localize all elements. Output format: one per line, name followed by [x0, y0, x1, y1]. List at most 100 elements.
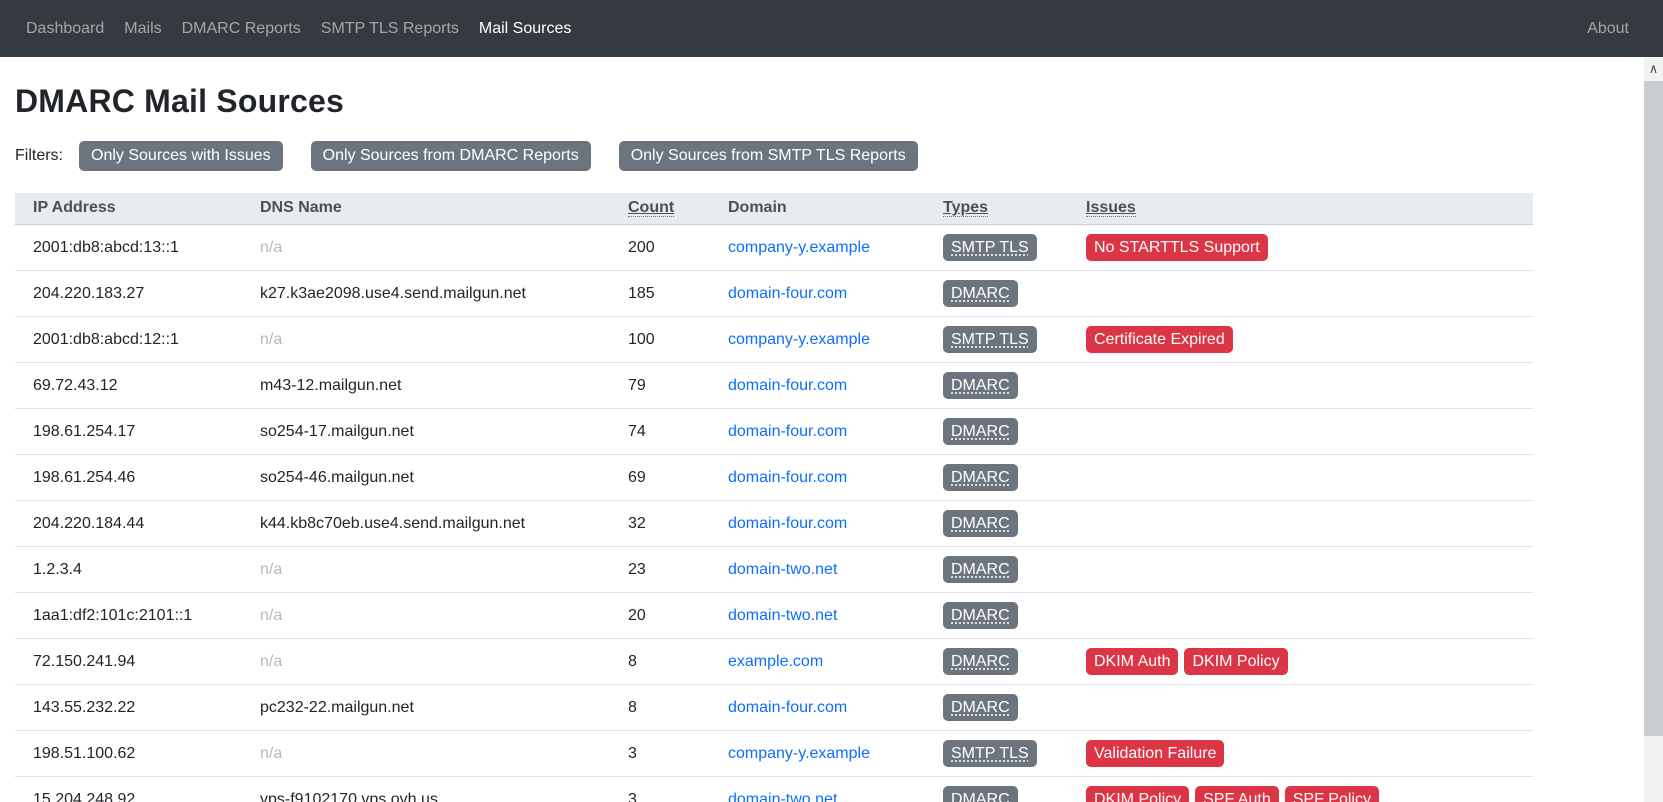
domain-link[interactable]: domain-four.com	[728, 699, 847, 716]
table-row: 204.220.184.44k44.kb8c70eb.use4.send.mai…	[15, 501, 1533, 547]
domain-cell: company-y.example	[710, 731, 925, 777]
column-header-ip-address: IP Address	[15, 193, 242, 225]
nav-item-about[interactable]: About	[1577, 12, 1639, 46]
type-badge-dmarc: DMARC	[943, 694, 1018, 721]
ip-address-cell: 69.72.43.12	[15, 363, 242, 409]
domain-cell: domain-four.com	[710, 501, 925, 547]
nav-item-mails[interactable]: Mails	[114, 12, 171, 46]
issues-cell	[1068, 363, 1533, 409]
count-cell: 32	[610, 501, 710, 547]
filter-button-only-sources-from-smtp-tls-reports[interactable]: Only Sources from SMTP TLS Reports	[619, 141, 918, 171]
navbar-items: DashboardMailsDMARC ReportsSMTP TLS Repo…	[16, 12, 581, 46]
dns-name-cell: m43-12.mailgun.net	[242, 363, 610, 409]
domain-link[interactable]: domain-four.com	[728, 285, 847, 302]
count-cell: 100	[610, 317, 710, 363]
scrollbar-thumb[interactable]	[1644, 81, 1663, 736]
dns-name-cell: k44.kb8c70eb.use4.send.mailgun.net	[242, 501, 610, 547]
table-row: 204.220.183.27k27.k3ae2098.use4.send.mai…	[15, 271, 1533, 317]
types-cell: DMARC	[925, 501, 1068, 547]
type-badge-label: DMARC	[951, 515, 1010, 532]
ip-address-cell: 204.220.184.44	[15, 501, 242, 547]
count-cell: 23	[610, 547, 710, 593]
nav-item-dashboard[interactable]: Dashboard	[16, 12, 114, 46]
dns-name-cell: n/a	[242, 225, 610, 271]
table-row: 69.72.43.12m43-12.mailgun.net79domain-fo…	[15, 363, 1533, 409]
type-badge-smtp-tls: SMTP TLS	[943, 326, 1037, 353]
domain-link[interactable]: company-y.example	[728, 745, 870, 762]
vertical-scrollbar[interactable]: ∧	[1644, 57, 1663, 802]
types-cell: DMARC	[925, 363, 1068, 409]
domain-link[interactable]: domain-four.com	[728, 515, 847, 532]
issues-cell	[1068, 593, 1533, 639]
dns-name-cell: so254-17.mailgun.net	[242, 409, 610, 455]
count-cell: 3	[610, 731, 710, 777]
domain-link[interactable]: domain-two.net	[728, 561, 837, 578]
issues-cell	[1068, 455, 1533, 501]
dns-name-cell: vps-f9102170.vps.ovh.us	[242, 777, 610, 802]
column-header-issues: Issues	[1068, 193, 1533, 225]
domain-cell: domain-four.com	[710, 409, 925, 455]
issues-cell	[1068, 685, 1533, 731]
nav-item-smtp-tls-reports[interactable]: SMTP TLS Reports	[311, 12, 469, 46]
type-badge-label: DMARC	[951, 791, 1010, 802]
sort-link-issues[interactable]: Issues	[1086, 199, 1136, 217]
nav-item-mail-sources[interactable]: Mail Sources	[469, 12, 581, 46]
ip-address-cell: 1aa1:df2:101c:2101::1	[15, 593, 242, 639]
filters-bar: Filters: Only Sources with IssuesOnly So…	[15, 141, 1648, 171]
domain-link[interactable]: domain-two.net	[728, 607, 837, 624]
count-cell: 8	[610, 685, 710, 731]
filter-button-only-sources-with-issues[interactable]: Only Sources with Issues	[79, 141, 283, 171]
domain-link[interactable]: company-y.example	[728, 239, 870, 256]
issues-cell	[1068, 501, 1533, 547]
dns-name-cell: n/a	[242, 593, 610, 639]
ip-address-cell: 143.55.232.22	[15, 685, 242, 731]
types-cell: DMARC	[925, 593, 1068, 639]
domain-cell: domain-two.net	[710, 593, 925, 639]
type-badge-label: DMARC	[951, 285, 1010, 302]
table-row: 72.150.241.94n/a8example.comDMARCDKIM Au…	[15, 639, 1533, 685]
dns-name-cell: so254-46.mailgun.net	[242, 455, 610, 501]
issues-cell	[1068, 271, 1533, 317]
issues-cell	[1068, 547, 1533, 593]
types-cell: DMARC	[925, 639, 1068, 685]
sort-link-types[interactable]: Types	[943, 199, 988, 217]
domain-cell: example.com	[710, 639, 925, 685]
domain-cell: domain-two.net	[710, 777, 925, 802]
column-header-types: Types	[925, 193, 1068, 225]
domain-link[interactable]: example.com	[728, 653, 823, 670]
issues-cell	[1068, 409, 1533, 455]
domain-link[interactable]: company-y.example	[728, 331, 870, 348]
domain-link[interactable]: domain-four.com	[728, 377, 847, 394]
types-cell: SMTP TLS	[925, 317, 1068, 363]
type-badge-dmarc: DMARC	[943, 280, 1018, 307]
sort-link-count[interactable]: Count	[628, 199, 674, 217]
count-cell: 200	[610, 225, 710, 271]
scroll-up-button[interactable]: ∧	[1644, 57, 1663, 80]
issue-badge-dkim-policy: DKIM Policy	[1184, 648, 1287, 675]
dns-name-cell: pc232-22.mailgun.net	[242, 685, 610, 731]
count-cell: 3	[610, 777, 710, 802]
issue-badge-certificate-expired: Certificate Expired	[1086, 326, 1233, 353]
types-cell: DMARC	[925, 547, 1068, 593]
types-cell: DMARC	[925, 409, 1068, 455]
mail-sources-table: IP AddressDNS NameCountDomainTypesIssues…	[15, 193, 1533, 802]
type-badge-dmarc: DMARC	[943, 418, 1018, 445]
table-header: IP AddressDNS NameCountDomainTypesIssues	[15, 193, 1533, 225]
filter-button-only-sources-from-dmarc-reports[interactable]: Only Sources from DMARC Reports	[311, 141, 591, 171]
type-badge-dmarc: DMARC	[943, 556, 1018, 583]
table-row: 198.51.100.62n/a3company-y.exampleSMTP T…	[15, 731, 1533, 777]
domain-cell: company-y.example	[710, 317, 925, 363]
domain-link[interactable]: domain-four.com	[728, 423, 847, 440]
type-badge-label: DMARC	[951, 699, 1010, 716]
domain-cell: domain-two.net	[710, 547, 925, 593]
domain-link[interactable]: domain-four.com	[728, 469, 847, 486]
nav-item-dmarc-reports[interactable]: DMARC Reports	[172, 12, 311, 46]
dns-name-cell: k27.k3ae2098.use4.send.mailgun.net	[242, 271, 610, 317]
ip-address-cell: 1.2.3.4	[15, 547, 242, 593]
issues-cell: Certificate Expired	[1068, 317, 1533, 363]
type-badge-smtp-tls: SMTP TLS	[943, 740, 1037, 767]
issue-badge-dkim-policy: DKIM Policy	[1086, 786, 1189, 802]
domain-link[interactable]: domain-two.net	[728, 791, 837, 802]
issues-cell: Validation Failure	[1068, 731, 1533, 777]
page-title: DMARC Mail Sources	[15, 83, 1648, 120]
